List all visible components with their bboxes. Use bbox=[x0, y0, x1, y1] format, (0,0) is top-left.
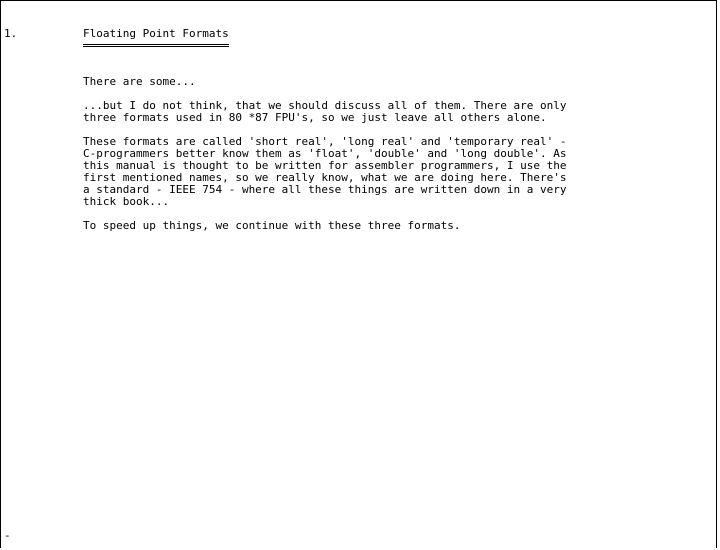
paragraph-three-formats: ...but I do not think, that we should di… bbox=[83, 99, 567, 124]
paragraph-format-names: These formats are called 'short real', '… bbox=[83, 135, 567, 208]
document-body: There are some... ...but I do not think,… bbox=[83, 76, 673, 244]
paragraph-continue: To speed up things, we continue with the… bbox=[83, 219, 461, 232]
cursor-mark: - bbox=[4, 529, 11, 542]
paragraph-intro: There are some... bbox=[83, 75, 196, 88]
section-heading: Floating Point Formats bbox=[83, 28, 229, 47]
section-number: 1. bbox=[4, 27, 18, 40]
